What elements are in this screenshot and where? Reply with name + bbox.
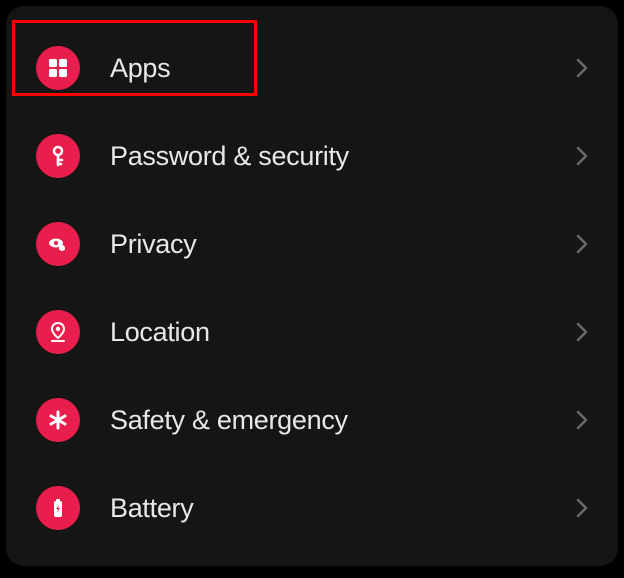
settings-item-label: Battery <box>110 493 576 524</box>
chevron-right-icon <box>576 410 588 430</box>
settings-item-label: Password & security <box>110 141 576 172</box>
chevron-right-icon <box>576 498 588 518</box>
chevron-right-icon <box>576 58 588 78</box>
location-icon <box>36 310 80 354</box>
settings-item-location[interactable]: Location <box>36 288 598 376</box>
settings-item-password-security[interactable]: Password & security <box>36 112 598 200</box>
settings-item-privacy[interactable]: Privacy <box>36 200 598 288</box>
settings-item-label: Location <box>110 317 576 348</box>
settings-panel: Apps Password & security Privacy Locatio… <box>6 6 618 566</box>
settings-item-label: Apps <box>110 53 576 84</box>
settings-item-label: Privacy <box>110 229 576 260</box>
battery-icon <box>36 486 80 530</box>
apps-icon <box>36 46 80 90</box>
settings-item-label: Safety & emergency <box>110 405 576 436</box>
chevron-right-icon <box>576 146 588 166</box>
key-icon <box>36 134 80 178</box>
privacy-icon <box>36 222 80 266</box>
asterisk-icon <box>36 398 80 442</box>
settings-item-battery[interactable]: Battery <box>36 464 598 552</box>
chevron-right-icon <box>576 322 588 342</box>
settings-item-apps[interactable]: Apps <box>36 24 598 112</box>
chevron-right-icon <box>576 234 588 254</box>
settings-item-safety-emergency[interactable]: Safety & emergency <box>36 376 598 464</box>
